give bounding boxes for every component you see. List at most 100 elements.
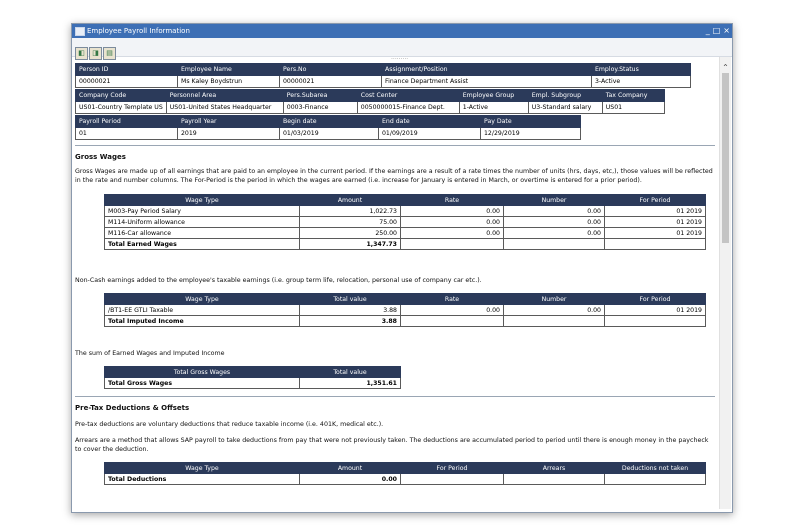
empl-subgroup-label: Empl. Subgroup [527, 89, 603, 102]
total-amount: 1,347.73 [299, 238, 401, 250]
total-amount: 1,351.61 [299, 377, 401, 389]
col-wage-type: Wage Type [104, 293, 300, 305]
col-for-period: For Period [400, 462, 504, 474]
section-divider [75, 396, 715, 397]
empty-cell [503, 473, 605, 485]
employ-status-value: 3-Active [591, 75, 691, 88]
number-cell: 0.00 [503, 227, 605, 239]
gross-total-table: Total Gross Wages Total value Total Gros… [104, 366, 401, 389]
imputed-income-table: Wage Type Total value Rate Number For Pe… [104, 293, 706, 327]
total-label: Total Deductions [104, 473, 300, 485]
for-period-cell: 01 2019 [604, 205, 706, 217]
end-date-value: 01/09/2019 [378, 127, 481, 140]
pay-date-label: Pay Date [480, 115, 581, 128]
table-header-row: Wage Type Total value Rate Number For Pe… [104, 293, 706, 305]
window-body: ......... Person ID Employee Name Pers.N… [71, 23, 731, 511]
cost-center-value: 0050000015-Finance Dept. [356, 101, 460, 114]
scrollbar-thumb[interactable] [722, 73, 729, 243]
personnel-area-label: Personnel Area [165, 89, 284, 102]
empty-cell [604, 473, 706, 485]
amount-cell: 75.00 [299, 216, 401, 228]
tax-company-label: Tax Company [601, 89, 665, 102]
deductions-table: Wage Type Amount For Period Arrears Dedu… [104, 462, 706, 485]
pretax-description: Pre-tax deductions are voluntary deducti… [75, 421, 384, 428]
number-cell: 0.00 [503, 216, 605, 228]
section-divider [75, 145, 715, 146]
pretax-title: Pre-Tax Deductions & Offsets [75, 404, 190, 412]
pay-date-value: 12/29/2019 [480, 127, 581, 140]
col-amount: Amount [299, 194, 401, 206]
table-header-row: Wage Type Amount Rate Number For Period [104, 194, 706, 206]
table-header-row: Total Gross Wages Total value [104, 366, 401, 378]
total-row: Total Gross Wages 1,351.61 [104, 377, 401, 389]
payroll-year-value: 2019 [177, 127, 280, 140]
wage-type-cell: M114-Uniform allowance [104, 216, 300, 228]
wage-type-cell: /BT1-EE GTLI Taxable [104, 304, 300, 316]
table-row: M003-Pay Period Salary 1,022.73 0.00 0.0… [104, 205, 706, 217]
total-amount: 0.00 [299, 473, 401, 485]
pers-no-label: Pers.No [279, 63, 382, 76]
col-wage-type: Wage Type [104, 462, 300, 474]
col-amount: Amount [299, 462, 401, 474]
employee-group-value: 1-Active [458, 101, 529, 114]
imputed-description: Non-Cash earnings added to the employee'… [75, 277, 482, 284]
sum-description: The sum of Earned Wages and Imputed Inco… [75, 350, 225, 357]
company-code-label: Company Code [75, 89, 167, 102]
header-table-2: Company Code Personnel Area Pers.Subarea… [75, 89, 665, 114]
empty-cell [400, 473, 504, 485]
for-period-cell: 01 2019 [604, 227, 706, 239]
personnel-area-value: US01-United States Headquarter [165, 101, 284, 114]
empl-subgroup-value: U3-Standard salary [527, 101, 603, 114]
table-row: /BT1-EE GTLI Taxable 3.88 0.00 0.00 01 2… [104, 304, 706, 316]
employee-group-label: Employee Group [458, 89, 529, 102]
col-arrears: Arrears [503, 462, 605, 474]
wage-type-cell: M116-Car allowance [104, 227, 300, 239]
employee-name-value: Ms Kaley Boydstrun [177, 75, 280, 88]
total-row: Total Imputed Income 3.88 [104, 315, 706, 327]
col-rate: Rate [400, 194, 504, 206]
rate-cell: 0.00 [400, 216, 504, 228]
rate-cell: 0.00 [400, 205, 504, 217]
col-deductions-not-taken: Deductions not taken [604, 462, 706, 474]
number-cell: 0.00 [503, 304, 605, 316]
total-row: Total Deductions 0.00 [104, 473, 706, 485]
total-label: Total Earned Wages [104, 238, 300, 250]
arrears-description: Arrears are a method that allows SAP pay… [75, 437, 709, 453]
col-total-gross-wages: Total Gross Wages [104, 366, 300, 378]
for-period-cell: 01 2019 [604, 304, 706, 316]
table-row: M116-Car allowance 250.00 0.00 0.00 01 2… [104, 227, 706, 239]
pers-subarea-label: Pers.Subarea [282, 89, 358, 102]
header-table-3: Payroll Period Payroll Year Begin date E… [75, 115, 581, 140]
report-content: Person ID Employee Name Pers.No Assignme… [71, 57, 719, 509]
empty-cell [400, 238, 504, 250]
empty-cell [400, 315, 504, 327]
tax-company-value: US01 [601, 101, 665, 114]
total-value-cell: 3.88 [299, 304, 401, 316]
gross-wages-title: Gross Wages [75, 153, 126, 161]
total-row: Total Earned Wages 1,347.73 [104, 238, 706, 250]
scroll-up-icon[interactable]: ⌃ [720, 63, 731, 72]
gross-wages-table: Wage Type Amount Rate Number For Period … [104, 194, 706, 250]
total-label: Total Gross Wages [104, 377, 300, 389]
payroll-year-label: Payroll Year [177, 115, 280, 128]
col-total-value: Total value [299, 293, 401, 305]
col-rate: Rate [400, 293, 504, 305]
amount-cell: 250.00 [299, 227, 401, 239]
payroll-period-value: 01 [75, 127, 178, 140]
empty-cell [604, 315, 706, 327]
pers-subarea-value: 0003-Finance [282, 101, 358, 114]
begin-date-value: 01/03/2019 [279, 127, 379, 140]
company-code-value: US01-Country Template US [75, 101, 167, 114]
for-period-cell: 01 2019 [604, 216, 706, 228]
vertical-scrollbar[interactable]: ⌃ [719, 57, 731, 509]
total-amount: 3.88 [299, 315, 401, 327]
empty-cell [604, 238, 706, 250]
amount-cell: 1,022.73 [299, 205, 401, 217]
assignment-value: Finance Department Assist [381, 75, 592, 88]
col-for-period: For Period [604, 194, 706, 206]
wage-type-cell: M003-Pay Period Salary [104, 205, 300, 217]
table-row: M114-Uniform allowance 75.00 0.00 0.00 0… [104, 216, 706, 228]
employee-name-label: Employee Name [177, 63, 280, 76]
col-total-value: Total value [299, 366, 401, 378]
assignment-label: Assignment/Position [381, 63, 592, 76]
